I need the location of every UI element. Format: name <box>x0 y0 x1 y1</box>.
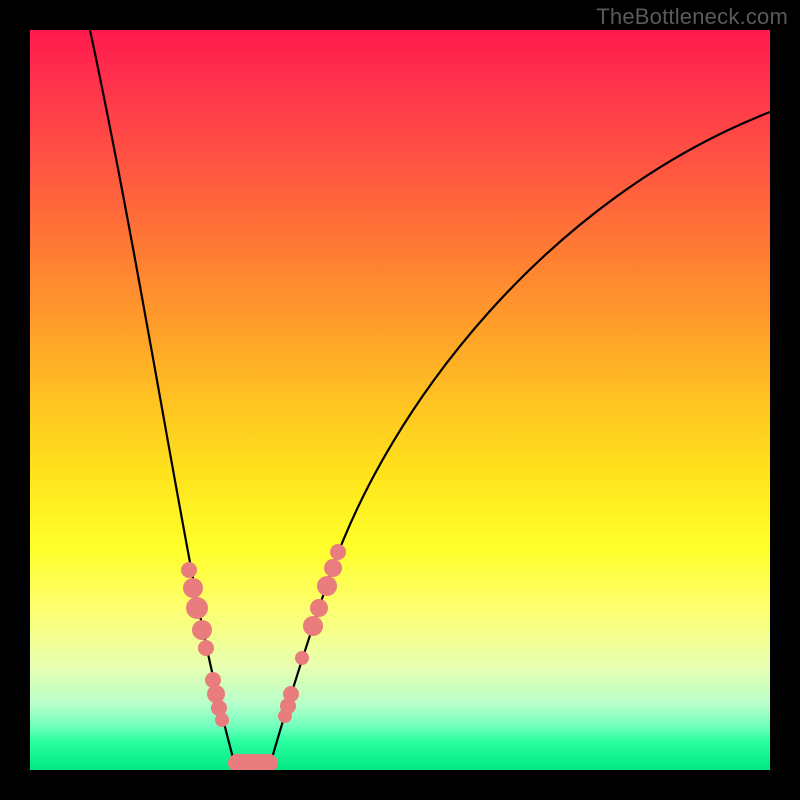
marker-right <box>317 576 337 596</box>
marker-right <box>278 709 292 723</box>
marker-left <box>207 685 225 703</box>
marker-right <box>303 616 323 636</box>
curve-layer <box>30 30 770 770</box>
marker-left <box>183 578 203 598</box>
left-branch-curve <box>90 30 235 765</box>
marker-right <box>330 544 346 560</box>
marker-right <box>295 651 309 665</box>
marker-right <box>310 599 328 617</box>
marker-left <box>198 640 214 656</box>
bottom-marker-pill <box>228 754 278 770</box>
marker-left <box>186 597 208 619</box>
marker-left <box>192 620 212 640</box>
plot-area <box>30 30 770 770</box>
marker-left <box>215 713 229 727</box>
marker-left <box>181 562 197 578</box>
watermark-text: TheBottleneck.com <box>596 4 788 30</box>
right-branch-curve <box>270 112 770 765</box>
marker-right <box>324 559 342 577</box>
